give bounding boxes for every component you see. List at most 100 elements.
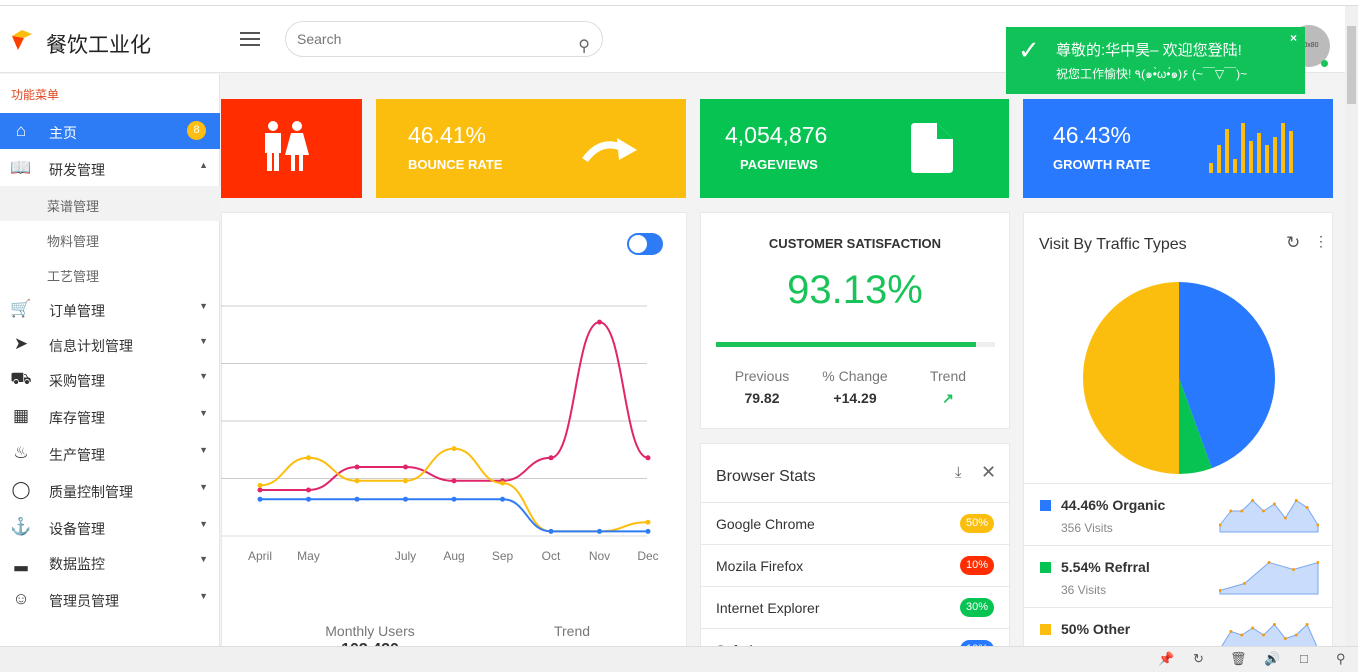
- sidebar-subitem-material[interactable]: 物料管理: [0, 221, 220, 256]
- toast-title: 尊敬的:华中昊– 欢迎您登陆!: [1056, 42, 1242, 59]
- scrollbar-thumb[interactable]: [1347, 26, 1356, 104]
- volume-icon[interactable]: 🔊: [1264, 651, 1280, 667]
- search-input[interactable]: [297, 31, 567, 47]
- sparkline-point: [1294, 633, 1298, 637]
- stat-change: % Change +14.29: [810, 368, 900, 406]
- file-icon: [911, 123, 953, 173]
- sidebar-subitem-recipe[interactable]: 菜谱管理: [0, 186, 220, 221]
- traffic-label: 44.46% Organic: [1061, 497, 1166, 513]
- traffic-pie-chart: [1083, 282, 1275, 474]
- sidebar-item-quality[interactable]: ◯ 质量控制管理 ▼: [0, 472, 220, 508]
- sidebar-item-label: 管理员管理: [49, 593, 119, 609]
- data-point: [548, 455, 554, 461]
- chevron-down-icon: ▼: [199, 301, 208, 311]
- sidebar-item-rd[interactable]: 📖 研发管理 ▲: [0, 150, 220, 186]
- taskbar: 📌 ↻ 🗑 🔊 □ ⚲: [0, 646, 1358, 672]
- stat-label: Trend: [929, 368, 967, 384]
- sidebar-subitem-process[interactable]: 工艺管理: [0, 256, 220, 291]
- sidebar-item-label: 研发管理: [49, 162, 105, 178]
- pin-icon[interactable]: 📌: [1158, 651, 1174, 667]
- stat-value: 79.82: [744, 390, 780, 406]
- legend-swatch: [1040, 624, 1051, 635]
- tile-growth-rate: 46.43% GROWTH RATE: [1023, 99, 1333, 198]
- sidebar-item-label: 质量控制管理: [49, 484, 133, 500]
- page-scrollbar[interactable]: [1345, 6, 1358, 646]
- sidebar-item-label: 设备管理: [49, 521, 105, 537]
- data-point: [354, 478, 360, 484]
- trend-up-icon: ↗: [942, 390, 954, 406]
- card-title: Browser Stats: [716, 468, 816, 485]
- welcome-toast: ✓ 尊敬的:华中昊– 欢迎您登陆! 祝您工作愉快! ٩(๑•̀ω•́๑)۶ (~…: [1006, 27, 1305, 94]
- menu-title: 功能菜单: [11, 88, 60, 102]
- chevron-up-icon: ▲: [199, 160, 208, 170]
- sparkline-area: [1219, 499, 1319, 533]
- stat-label: % Change: [822, 368, 888, 384]
- x-tick-label: Nov: [589, 549, 610, 563]
- growth-bar: [1281, 123, 1285, 173]
- close-icon[interactable]: ✕: [981, 462, 996, 483]
- users-icon: ☺: [12, 589, 30, 608]
- window-icon[interactable]: □: [1300, 651, 1308, 666]
- sidebar-item-equipment[interactable]: ⚓ 设备管理 ▼: [0, 509, 220, 545]
- refresh-icon[interactable]: ↻: [1193, 651, 1204, 667]
- cart-icon: 🛒: [10, 299, 32, 318]
- satisfaction-value: 93.13%: [787, 268, 923, 312]
- sidebar-item-purchase[interactable]: ⛟ 采购管理 ▼: [0, 361, 220, 397]
- sidebar-item-monitor[interactable]: ▂ 数据监控 ▼: [0, 544, 220, 580]
- data-point: [500, 480, 505, 486]
- data-point: [354, 464, 360, 470]
- x-tick-label: April: [248, 549, 272, 563]
- search-icon[interactable]: ⚲: [578, 30, 590, 64]
- data-point: [597, 528, 602, 534]
- data-point: [645, 519, 651, 525]
- sparkline-area: [1219, 561, 1319, 595]
- download-icon[interactable]: ⤓: [955, 464, 962, 481]
- sparkline-point: [1240, 633, 1244, 637]
- more-vertical-icon[interactable]: ⋮: [1314, 233, 1328, 250]
- search-icon[interactable]: ⚲: [1336, 651, 1346, 667]
- stat-label: Previous: [734, 368, 790, 384]
- data-point: [548, 528, 554, 534]
- toast-message: 祝您工作愉快! ٩(๑•̀ω•́๑)۶ (~￣▽￣)~: [1056, 67, 1248, 81]
- series-line: [259, 498, 648, 533]
- progress-fill: [716, 342, 976, 347]
- data-point: [500, 496, 505, 502]
- data-point: [645, 455, 651, 461]
- bar-chart-icon: [1209, 123, 1293, 173]
- browser-pct-badge: 10%: [960, 556, 994, 575]
- x-tick-label: Dec: [637, 549, 658, 563]
- tile-label: PAGEVIEWS: [740, 157, 818, 172]
- sparkline-point: [1272, 502, 1276, 506]
- sidebar-item-admin[interactable]: ☺ 管理员管理 ▼: [0, 581, 220, 617]
- sidebar-item-orders[interactable]: 🛒 订单管理 ▼: [0, 291, 220, 327]
- close-icon[interactable]: ×: [1290, 31, 1297, 45]
- trash-icon[interactable]: 🗑: [1230, 651, 1247, 667]
- traffic-label: 5.54% Refrral: [1061, 559, 1150, 575]
- sidebar-item-plan[interactable]: ➤ 信息计划管理 ▼: [0, 326, 220, 362]
- data-point: [451, 478, 457, 484]
- data-point: [306, 496, 311, 502]
- sidebar-item-production[interactable]: ♨ 生产管理 ▼: [0, 435, 220, 471]
- anchor-icon: ⚓: [10, 517, 32, 536]
- refresh-icon[interactable]: ↻: [1286, 233, 1300, 253]
- monthly-users-label: Monthly Users: [325, 623, 415, 639]
- logo-icon: [12, 30, 32, 50]
- search-box[interactable]: ⚲: [285, 21, 603, 57]
- browser-name: Mozila Firefox: [716, 558, 804, 574]
- sparkline-point: [1305, 623, 1309, 626]
- x-tick-label: Oct: [542, 549, 561, 563]
- x-tick-label: Aug: [443, 549, 464, 563]
- sparkline-point: [1283, 516, 1287, 520]
- stat-trend: Trend ↗: [903, 368, 993, 407]
- stat-value: +14.29: [833, 390, 877, 406]
- sidebar: 功能菜单 ⌂ 主页 8 📖 研发管理 ▲ 菜谱管理 物料管理 工艺管理 🛒 订单管理 ▼ ➤…: [0, 74, 220, 646]
- stat-previous: Previous 79.82: [717, 368, 807, 406]
- sidebar-item-home[interactable]: ⌂ 主页 8: [0, 113, 220, 149]
- series-line: [259, 447, 649, 533]
- sidebar-item-inventory[interactable]: ▦ 库存管理 ▼: [0, 398, 220, 434]
- truck-icon: ⛟: [10, 369, 32, 388]
- sparkline-point: [1283, 637, 1287, 640]
- data-point: [257, 482, 263, 488]
- menu-toggle-icon[interactable]: [240, 32, 260, 46]
- growth-bar: [1225, 129, 1229, 173]
